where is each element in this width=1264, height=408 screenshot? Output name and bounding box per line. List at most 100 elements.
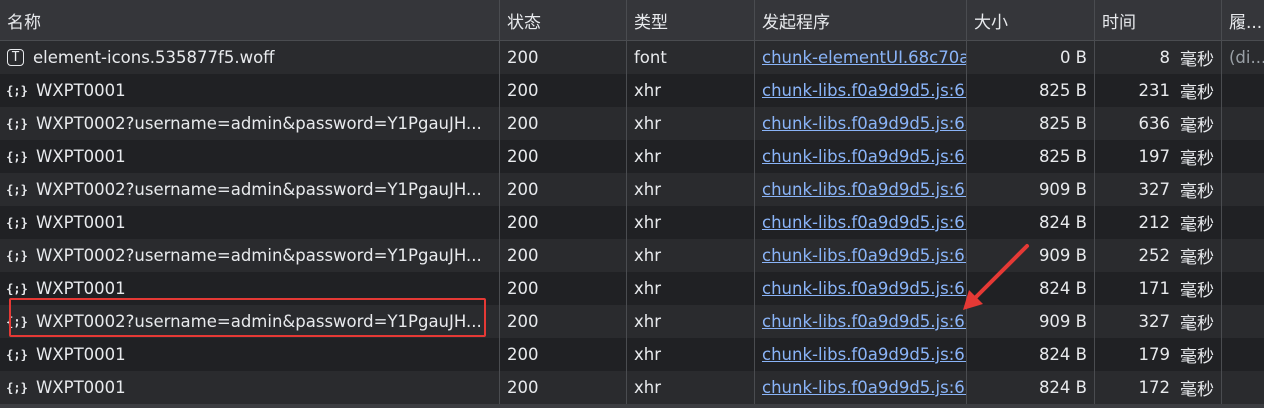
xhr-icon: {;} [6,314,28,329]
cell-extra [1222,140,1264,173]
cell-extra [1222,74,1264,107]
xhr-icon: {;} [6,281,28,296]
table-row[interactable]: {;} WXPT0002?username=admin&password=Y1P… [0,173,1264,206]
cell-size: 824 B [967,206,1095,239]
cell-initiator: chunk-libs.f0a9d9d5.js:68 [755,107,967,140]
xhr-icon: {;} [6,182,28,197]
cell-type: xhr [627,206,755,239]
cell-name[interactable]: {;} WXPT0001 [0,140,500,173]
cell-status: 200 [500,173,627,206]
cell-size: 909 B [967,239,1095,272]
cell-type: xhr [627,74,755,107]
cell-name[interactable]: {;} WXPT0001 [0,74,500,107]
cell-initiator: chunk-libs.f0a9d9d5.js:68 [755,239,967,272]
cell-status: 200 [500,305,627,338]
table-row[interactable]: {;} WXPT0001 200 xhr chunk-libs.f0a9d9d5… [0,338,1264,371]
cell-name[interactable]: T element-icons.535877f5.woff [0,41,500,74]
initiator-link[interactable]: chunk-libs.f0a9d9d5.js:68 [762,81,966,100]
cell-name[interactable]: {;} WXPT0002?username=admin&password=Y1P… [0,305,500,338]
time-unit: 毫秒 [1180,50,1214,70]
cell-name[interactable]: {;} WXPT0001 [0,206,500,239]
cell-extra: (di... [1229,48,1264,67]
xhr-icon: {;} [6,83,28,98]
time-unit: 毫秒 [1180,116,1214,136]
cell-status: 200 [500,206,627,239]
table-row[interactable]: {;} WXPT0002?username=admin&password=Y1P… [0,107,1264,140]
cell-size: 0 B [967,41,1095,74]
cell-initiator: chunk-libs.f0a9d9d5.js:68 [755,272,967,305]
time-value: 327 [1138,180,1171,199]
time-value: 231 [1138,81,1171,100]
font-icon: T [7,49,24,66]
initiator-link[interactable]: chunk-libs.f0a9d9d5.js:68 [762,345,966,364]
table-row[interactable]: {;} WXPT0001 200 xhr chunk-libs.f0a9d9d5… [0,206,1264,239]
column-header-size[interactable]: 大小 [967,0,1095,40]
column-header-time[interactable]: 时间 [1095,0,1222,40]
cell-initiator: chunk-libs.f0a9d9d5.js:68 [755,206,967,239]
time-unit: 毫秒 [1180,215,1214,235]
cell-extra [1222,371,1264,404]
cell-initiator: chunk-libs.f0a9d9d5.js:68 [755,338,967,371]
cell-status: 200 [500,371,627,404]
initiator-link[interactable]: chunk-libs.f0a9d9d5.js:68 [762,279,966,298]
cell-type: xhr [627,239,755,272]
request-name: WXPT0002?username=admin&password=Y1PgauJ… [36,180,482,199]
initiator-link[interactable]: chunk-libs.f0a9d9d5.js:68 [762,312,966,331]
cell-type: xhr [627,140,755,173]
cell-name[interactable]: {;} WXPT0002?username=admin&password=Y1P… [0,107,500,140]
initiator-link[interactable]: chunk-libs.f0a9d9d5.js:68 [762,180,966,199]
cell-type: xhr [627,107,755,140]
cell-name[interactable]: {;} WXPT0001 [0,272,500,305]
table-row[interactable]: T element-icons.535877f5.woff 200 font c… [0,41,1264,74]
table-row[interactable]: {;} WXPT0001 200 xhr chunk-libs.f0a9d9d5… [0,74,1264,107]
horizontal-scrollbar[interactable] [0,404,1264,408]
cell-name[interactable]: {;} WXPT0002?username=admin&password=Y1P… [0,239,500,272]
cell-extra [1222,173,1264,206]
time-unit: 毫秒 [1180,182,1214,202]
table-row[interactable]: {;} WXPT0001 200 xhr chunk-libs.f0a9d9d5… [0,371,1264,404]
cell-type: xhr [627,173,755,206]
cell-time: 197 毫秒 [1095,140,1222,173]
cell-initiator: chunk-libs.f0a9d9d5.js:68 [755,305,967,338]
request-name: WXPT0001 [36,279,126,298]
initiator-link[interactable]: chunk-libs.f0a9d9d5.js:68 [762,114,966,133]
request-name: WXPT0002?username=admin&password=Y1PgauJ… [36,114,482,133]
cell-status: 200 [500,272,627,305]
cell-size: 825 B [967,74,1095,107]
initiator-link[interactable]: chunk-libs.f0a9d9d5.js:68 [762,147,966,166]
initiator-link[interactable]: chunk-libs.f0a9d9d5.js:68 [762,213,966,232]
cell-extra [1222,239,1264,272]
time-unit: 毫秒 [1180,347,1214,367]
table-row[interactable]: {;} WXPT0002?username=admin&password=Y1P… [0,239,1264,272]
column-header-name[interactable]: 名称 [0,0,500,40]
column-header-status[interactable]: 状态 [500,0,627,40]
cell-initiator: chunk-libs.f0a9d9d5.js:68 [755,140,967,173]
table-row[interactable]: {;} WXPT0002?username=admin&password=Y1P… [0,305,1264,338]
cell-name[interactable]: {;} WXPT0002?username=admin&password=Y1P… [0,173,500,206]
cell-status: 200 [500,74,627,107]
cell-extra [1222,305,1264,338]
initiator-link[interactable]: chunk-elementUI.68c70a [762,48,966,67]
xhr-icon: {;} [6,380,28,395]
column-header-extra[interactable]: 履... [1222,0,1264,40]
table-row[interactable]: {;} WXPT0001 200 xhr chunk-libs.f0a9d9d5… [0,272,1264,305]
cell-size: 824 B [967,371,1095,404]
cell-name[interactable]: {;} WXPT0001 [0,371,500,404]
table-row[interactable]: {;} WXPT0001 200 xhr chunk-libs.f0a9d9d5… [0,140,1264,173]
cell-time: 212 毫秒 [1095,206,1222,239]
cell-extra [1222,206,1264,239]
cell-size: 824 B [967,338,1095,371]
time-value: 172 [1138,378,1171,397]
time-unit: 毫秒 [1180,248,1214,268]
cell-time: 231 毫秒 [1095,74,1222,107]
column-header-type[interactable]: 类型 [627,0,755,40]
cell-time: 171 毫秒 [1095,272,1222,305]
cell-name[interactable]: {;} WXPT0001 [0,338,500,371]
initiator-link[interactable]: chunk-libs.f0a9d9d5.js:68 [762,378,966,397]
xhr-icon: {;} [6,116,28,131]
column-header-initiator[interactable]: 发起程序 [755,0,967,40]
time-value: 327 [1138,312,1171,331]
time-value: 171 [1138,279,1171,298]
initiator-link[interactable]: chunk-libs.f0a9d9d5.js:68 [762,246,966,265]
time-unit: 毫秒 [1180,83,1214,103]
